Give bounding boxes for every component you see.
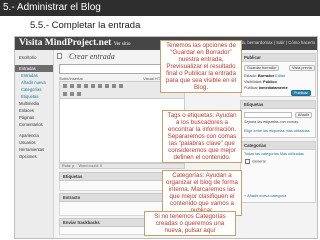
sidebar-item-comentarios[interactable]: Comentarios [15, 121, 53, 128]
categories-box-heading[interactable]: Categorías [241, 142, 315, 150]
sidebar-item-herramientas[interactable]: Herramientas [15, 146, 53, 153]
sidebar-item-opciones[interactable]: Opciones [15, 153, 53, 160]
publish-button[interactable]: Publicar [291, 90, 311, 96]
sidebar-item-usuarios[interactable]: Usuarios [15, 139, 53, 146]
sidebar-subitem-anadir-nueva[interactable]: Añadir nueva [15, 79, 53, 86]
sidebar-item-enlaces[interactable]: Enlaces [15, 107, 53, 114]
tags-help-text: Separa las etiquetas con comas. [244, 120, 300, 124]
page-title: Crear entrada [69, 52, 115, 61]
status-edit-link[interactable]: Editar [275, 74, 285, 78]
callout-categories: Categorías: Ayudan a organizar el blog d… [162, 170, 242, 216]
sidebar-item-multimedia[interactable]: Multimedia [15, 100, 53, 107]
publish-time-line: Publicar inmediatamente [244, 86, 288, 90]
italic-icon[interactable] [70, 84, 74, 88]
tags-box: Etiquetas Añadir Separa las etiquetas co… [240, 100, 316, 138]
align-left-icon[interactable] [105, 84, 109, 88]
color-icon[interactable] [77, 92, 81, 96]
tags-input[interactable] [244, 112, 292, 118]
sidebar-subitem-categorias[interactable]: Categorías [15, 86, 53, 93]
quote-icon[interactable] [98, 84, 102, 88]
sidebar-subitem-entradas[interactable]: Entradas [15, 72, 53, 79]
category-tabs[interactable]: Todas las categorías Más utilizadas [244, 152, 304, 156]
slide-header: 5.- Administrar el Blog [0, 0, 320, 16]
callout-publish-options: Tenemos las opciones de “Guardar en Borr… [160, 40, 242, 93]
slide-title: 5.- Administrar el Blog [3, 2, 101, 13]
sidebar-subitem-etiquetas[interactable]: Etiquetas [15, 93, 53, 100]
add-tag-button[interactable]: Añadir [295, 112, 312, 118]
sidebar-item-apariencia[interactable]: Apariencia [15, 132, 53, 139]
editor-path-bar: Ruta: p Word count: 0 [59, 163, 185, 169]
word-count: Word count: 0 [78, 164, 103, 168]
sidebar-item-paginas[interactable]: Páginas [15, 114, 53, 121]
publish-box: Publicar Guardar borrador Vista previa E… [240, 53, 316, 97]
link-icon[interactable] [119, 84, 123, 88]
admin-sidebar: Escritorio Entradas Entradas Añadir nuev… [15, 50, 54, 238]
slide-subtitle: 5.5.- Completar la entrada [30, 20, 141, 31]
visibility-line: Visibilidad: Público [244, 80, 277, 84]
category-general-checkbox[interactable]: General [245, 159, 266, 164]
popular-tags-link[interactable]: Elige entre las etiquetas más utilizadas [244, 129, 310, 133]
sidebar-item-escritorio[interactable]: Escritorio [15, 54, 53, 61]
bold-icon[interactable] [63, 84, 67, 88]
align-center-icon[interactable] [112, 84, 116, 88]
preview-button[interactable]: Vista previa [289, 65, 315, 71]
save-draft-button[interactable]: Guardar borrador [244, 65, 280, 71]
numbered-list-icon[interactable] [91, 84, 95, 88]
tags-box-heading[interactable]: Etiquetas [241, 101, 315, 109]
callout-new-category: Si no tenemos Categorías creadas o quere… [144, 211, 236, 236]
site-logo[interactable]: Visita MindProject.net Ver sitio [19, 38, 131, 48]
callout-tags: Tags o etiquetas: Ayudan a los buscadore… [162, 110, 242, 163]
add-new-category-link[interactable]: + Añadir nueva categoría [244, 194, 286, 198]
publish-box-heading[interactable]: Publicar [241, 54, 315, 62]
format-icon[interactable] [63, 92, 67, 96]
status-line: Estado: Borrador Editar [244, 74, 286, 78]
strikethrough-icon[interactable] [77, 84, 81, 88]
bullet-list-icon[interactable] [84, 84, 88, 88]
underline-icon[interactable] [70, 92, 74, 96]
sidebar-item-entradas[interactable]: Entradas [15, 65, 53, 72]
user-links[interactable]: Hola, bernardomax | Salir | Cómo hacerlo [236, 40, 315, 45]
categories-box: Categorías Todas las categorías Más util… [240, 141, 316, 203]
